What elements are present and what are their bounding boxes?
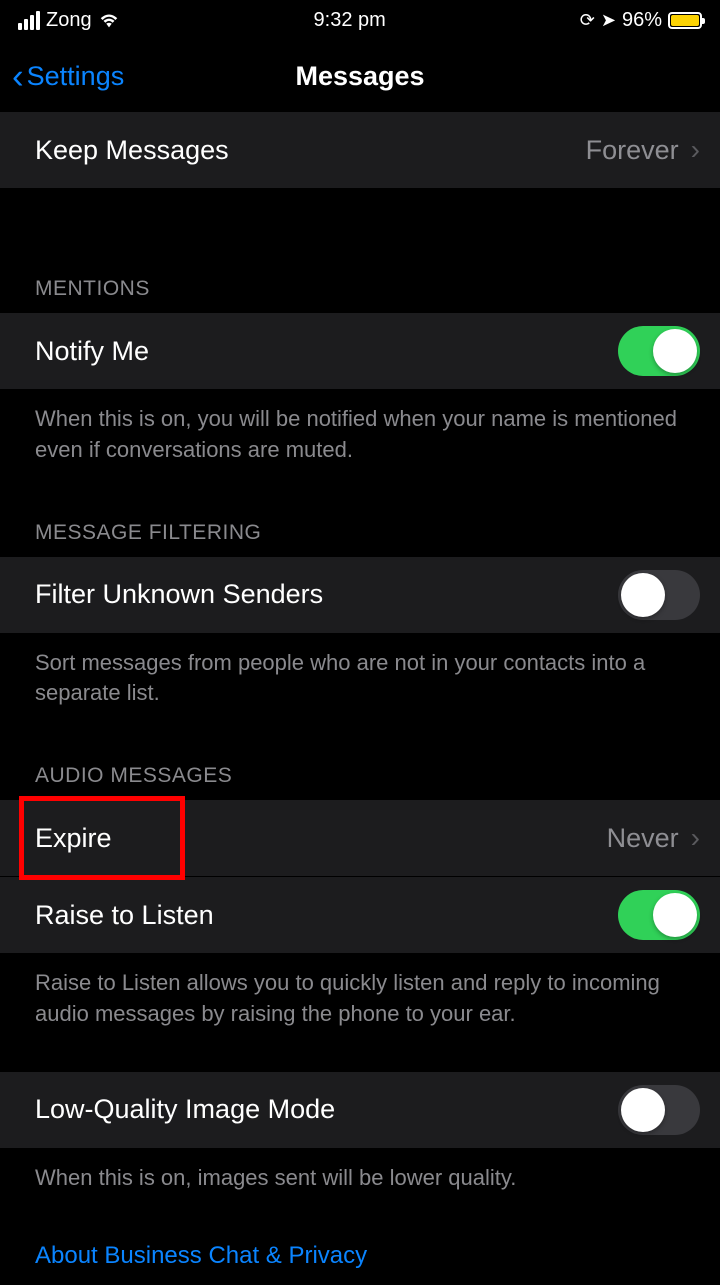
low-quality-toggle[interactable] xyxy=(618,1085,700,1135)
rotation-lock-icon: ⟳ xyxy=(580,10,595,31)
filter-unknown-label: Filter Unknown Senders xyxy=(35,579,323,610)
raise-listen-label: Raise to Listen xyxy=(35,900,214,931)
status-bar: Zong 9:32 pm ⟳ ➤ 96% xyxy=(0,0,720,40)
chevron-right-icon: › xyxy=(691,134,700,166)
keep-messages-value: Forever xyxy=(586,135,679,166)
about-link[interactable]: About Business Chat & Privacy xyxy=(0,1194,720,1285)
mentions-header: MENTIONS xyxy=(0,277,720,313)
notify-me-toggle[interactable] xyxy=(618,326,700,376)
raise-footer: Raise to Listen allows you to quickly li… xyxy=(0,954,720,1030)
expire-row[interactable]: Expire Never › xyxy=(0,800,720,877)
carrier-name: Zong xyxy=(46,9,92,32)
status-right: ⟳ ➤ 96% xyxy=(580,9,702,32)
audio-header: AUDIO MESSAGES xyxy=(0,764,720,800)
signal-icon xyxy=(18,11,40,30)
notify-me-row[interactable]: Notify Me xyxy=(0,313,720,390)
nav-bar: ‹ Settings Messages xyxy=(0,40,720,112)
expire-label: Expire xyxy=(35,823,112,854)
status-left: Zong xyxy=(18,9,120,32)
expire-value: Never xyxy=(607,823,679,854)
low-quality-label: Low-Quality Image Mode xyxy=(35,1094,335,1125)
low-quality-footer: When this is on, images sent will be low… xyxy=(0,1149,720,1194)
keep-messages-label: Keep Messages xyxy=(35,135,229,166)
back-label: Settings xyxy=(27,61,125,92)
battery-percent: 96% xyxy=(622,9,662,32)
battery-icon xyxy=(668,12,702,29)
filter-unknown-toggle[interactable] xyxy=(618,570,700,620)
keep-messages-row[interactable]: Keep Messages Forever › xyxy=(0,112,720,189)
wifi-icon xyxy=(98,11,120,29)
status-time: 9:32 pm xyxy=(314,9,386,32)
chevron-right-icon: › xyxy=(691,822,700,854)
raise-listen-row[interactable]: Raise to Listen xyxy=(0,877,720,954)
low-quality-row[interactable]: Low-Quality Image Mode xyxy=(0,1072,720,1149)
chevron-left-icon: ‹ xyxy=(12,59,24,94)
raise-listen-toggle[interactable] xyxy=(618,890,700,940)
filtering-footer: Sort messages from people who are not in… xyxy=(0,634,720,710)
location-icon: ➤ xyxy=(601,10,616,31)
filtering-header: MESSAGE FILTERING xyxy=(0,521,720,557)
filter-unknown-row[interactable]: Filter Unknown Senders xyxy=(0,557,720,634)
mentions-footer: When this is on, you will be notified wh… xyxy=(0,390,720,466)
back-button[interactable]: ‹ Settings xyxy=(12,59,124,94)
notify-me-label: Notify Me xyxy=(35,336,149,367)
